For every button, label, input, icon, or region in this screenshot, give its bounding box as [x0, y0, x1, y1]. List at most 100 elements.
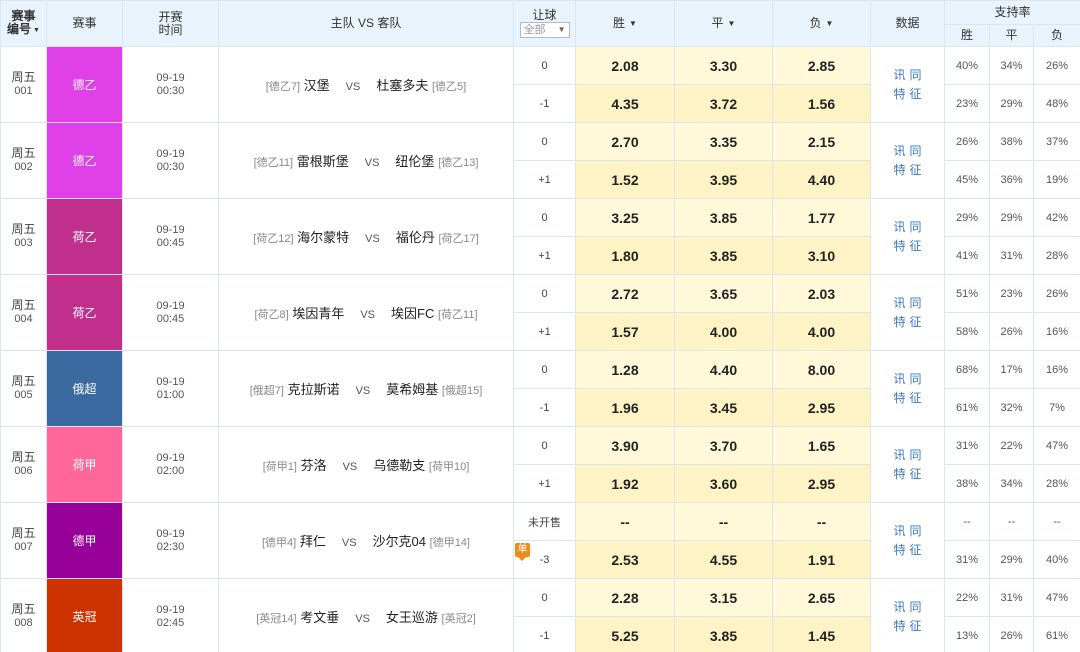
odds-lose[interactable]: 2.15 — [772, 122, 871, 161]
odds-lose[interactable]: 2.95 — [772, 464, 871, 503]
header-win-sort[interactable]: 胜 ▼ — [575, 0, 675, 47]
odds-win[interactable]: 2.53 — [575, 540, 675, 579]
odds-win[interactable]: 1.52 — [575, 160, 675, 199]
odds-draw[interactable]: 3.65 — [674, 274, 773, 313]
odds-draw[interactable]: 3.85 — [674, 198, 773, 237]
away-team-link[interactable]: 纽伦堡 — [395, 154, 434, 169]
odds-win[interactable]: 3.90 — [575, 426, 675, 465]
odds-lose[interactable]: 2.95 — [772, 388, 871, 427]
odds-lose[interactable]: 4.00 — [772, 312, 871, 351]
link-tong[interactable]: 同 — [910, 144, 922, 158]
odds-lose[interactable]: 4.40 — [772, 160, 871, 199]
odds-win[interactable]: 5.25 — [575, 616, 675, 652]
odds-win[interactable]: 1.92 — [575, 464, 675, 503]
odds-lose[interactable]: 3.10 — [772, 236, 871, 275]
home-team-link[interactable]: 考文垂 — [300, 610, 339, 625]
league-badge[interactable]: 荷甲 — [46, 426, 123, 503]
odds-draw[interactable]: 3.15 — [674, 578, 773, 617]
link-xun[interactable]: 讯 — [893, 220, 905, 234]
odds-draw[interactable]: 4.40 — [674, 350, 773, 389]
odds-lose[interactable]: 1.65 — [772, 426, 871, 465]
odds-draw[interactable]: 3.30 — [674, 46, 773, 85]
link-zheng[interactable]: 征 — [910, 543, 922, 557]
link-xun[interactable]: 讯 — [893, 68, 905, 82]
odds-draw[interactable]: 3.70 — [674, 426, 773, 465]
away-team-link[interactable]: 杜塞多夫 — [376, 78, 428, 93]
odds-win[interactable]: 1.80 — [575, 236, 675, 275]
away-team-link[interactable]: 女王巡游 — [386, 610, 438, 625]
home-team-link[interactable]: 海尔蒙特 — [297, 230, 349, 245]
link-te[interactable]: 特 — [893, 391, 905, 405]
link-zheng[interactable]: 征 — [910, 163, 922, 177]
odds-draw[interactable]: 3.60 — [674, 464, 773, 503]
link-xun[interactable]: 讯 — [893, 372, 905, 386]
odds-win[interactable]: 2.08 — [575, 46, 675, 85]
away-team-link[interactable]: 埃因FC — [391, 306, 434, 321]
link-xun[interactable]: 讯 — [893, 144, 905, 158]
league-badge[interactable]: 德乙 — [46, 46, 123, 123]
link-zheng[interactable]: 征 — [910, 315, 922, 329]
league-badge[interactable]: 荷乙 — [46, 274, 123, 351]
odds-lose[interactable]: 1.45 — [772, 616, 871, 652]
link-tong[interactable]: 同 — [910, 68, 922, 82]
home-team-link[interactable]: 埃因青年 — [292, 306, 344, 321]
link-xun[interactable]: 讯 — [893, 296, 905, 310]
link-zheng[interactable]: 征 — [910, 619, 922, 633]
odds-draw[interactable]: 3.95 — [674, 160, 773, 199]
link-te[interactable]: 特 — [893, 239, 905, 253]
link-zheng[interactable]: 征 — [910, 467, 922, 481]
odds-draw[interactable]: 4.55 — [674, 540, 773, 579]
away-team-link[interactable]: 福伦丹 — [396, 230, 435, 245]
odds-win[interactable]: 4.35 — [575, 84, 675, 123]
odds-win[interactable]: 1.57 — [575, 312, 675, 351]
league-badge[interactable]: 德甲 — [46, 502, 123, 579]
odds-draw[interactable]: 3.45 — [674, 388, 773, 427]
link-te[interactable]: 特 — [893, 619, 905, 633]
odds-lose[interactable]: -- — [772, 502, 871, 541]
odds-lose[interactable]: 8.00 — [772, 350, 871, 389]
link-zheng[interactable]: 征 — [910, 87, 922, 101]
odds-draw[interactable]: 3.85 — [674, 616, 773, 652]
link-tong[interactable]: 同 — [910, 524, 922, 538]
home-team-link[interactable]: 拜仁 — [300, 534, 326, 549]
home-team-link[interactable]: 克拉斯诺 — [288, 382, 340, 397]
odds-lose[interactable]: 2.85 — [772, 46, 871, 85]
odds-win[interactable]: 2.28 — [575, 578, 675, 617]
league-badge[interactable]: 德乙 — [46, 122, 123, 199]
odds-win[interactable]: 3.25 — [575, 198, 675, 237]
odds-lose[interactable]: 2.65 — [772, 578, 871, 617]
odds-draw[interactable]: 3.85 — [674, 236, 773, 275]
header-match-no[interactable]: 赛事 编号 ▼ — [0, 0, 47, 47]
link-te[interactable]: 特 — [893, 163, 905, 177]
link-xun[interactable]: 讯 — [893, 600, 905, 614]
odds-win[interactable]: 2.72 — [575, 274, 675, 313]
odds-draw[interactable]: 3.72 — [674, 84, 773, 123]
link-te[interactable]: 特 — [893, 87, 905, 101]
odds-win[interactable]: 2.70 — [575, 122, 675, 161]
odds-lose[interactable]: 1.56 — [772, 84, 871, 123]
away-team-link[interactable]: 乌德勒支 — [373, 458, 425, 473]
odds-win[interactable]: 1.28 — [575, 350, 675, 389]
home-team-link[interactable]: 汉堡 — [304, 78, 330, 93]
odds-draw[interactable]: 3.35 — [674, 122, 773, 161]
link-xun[interactable]: 讯 — [893, 524, 905, 538]
link-tong[interactable]: 同 — [910, 220, 922, 234]
league-badge[interactable]: 荷乙 — [46, 198, 123, 275]
odds-win[interactable]: 1.96 — [575, 388, 675, 427]
link-te[interactable]: 特 — [893, 315, 905, 329]
link-tong[interactable]: 同 — [910, 296, 922, 310]
link-tong[interactable]: 同 — [910, 372, 922, 386]
league-badge[interactable]: 英冠 — [46, 578, 123, 652]
link-tong[interactable]: 同 — [910, 448, 922, 462]
link-xun[interactable]: 讯 — [893, 448, 905, 462]
odds-lose[interactable]: 1.77 — [772, 198, 871, 237]
odds-draw[interactable]: -- — [674, 502, 773, 541]
odds-win[interactable]: -- — [575, 502, 675, 541]
home-team-link[interactable]: 雷根斯堡 — [297, 154, 349, 169]
link-te[interactable]: 特 — [893, 467, 905, 481]
odds-draw[interactable]: 4.00 — [674, 312, 773, 351]
odds-lose[interactable]: 2.03 — [772, 274, 871, 313]
header-lose-sort[interactable]: 负 ▼ — [772, 0, 871, 47]
handicap-filter-select[interactable]: 全部 ▼ — [519, 22, 570, 38]
away-team-link[interactable]: 莫希姆基 — [386, 382, 438, 397]
